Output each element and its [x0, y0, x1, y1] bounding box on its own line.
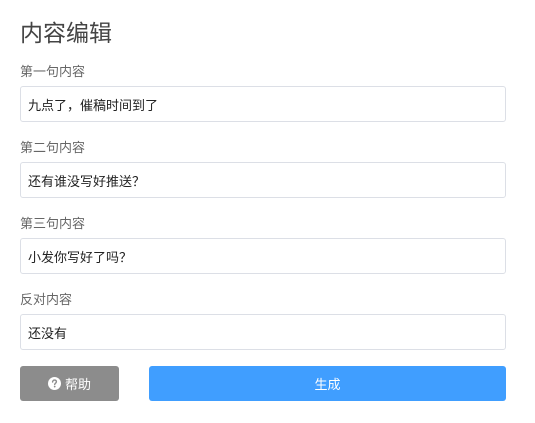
- sentence-3-input[interactable]: [20, 238, 506, 274]
- sentence-2-input[interactable]: [20, 162, 506, 198]
- objection-input[interactable]: [20, 314, 506, 350]
- generate-button[interactable]: 生成: [149, 366, 506, 401]
- field-label-sentence-1: 第一句内容: [20, 65, 86, 80]
- field-label-objection: 反对内容: [20, 293, 73, 308]
- generate-button-label: 生成: [314, 378, 341, 393]
- page-title: 内容编辑: [20, 21, 112, 47]
- field-label-sentence-2: 第二句内容: [20, 141, 86, 156]
- question-circle-icon: [47, 377, 61, 390]
- help-button[interactable]: 帮助: [20, 366, 119, 401]
- field-label-sentence-3: 第三句内容: [20, 217, 86, 232]
- content-editor: 内容编辑 第一句内容 第二句内容 第三句内容 反对内容 帮助 生成: [0, 0, 535, 423]
- help-button-label: 帮助: [64, 378, 91, 393]
- sentence-1-input[interactable]: [20, 86, 506, 122]
